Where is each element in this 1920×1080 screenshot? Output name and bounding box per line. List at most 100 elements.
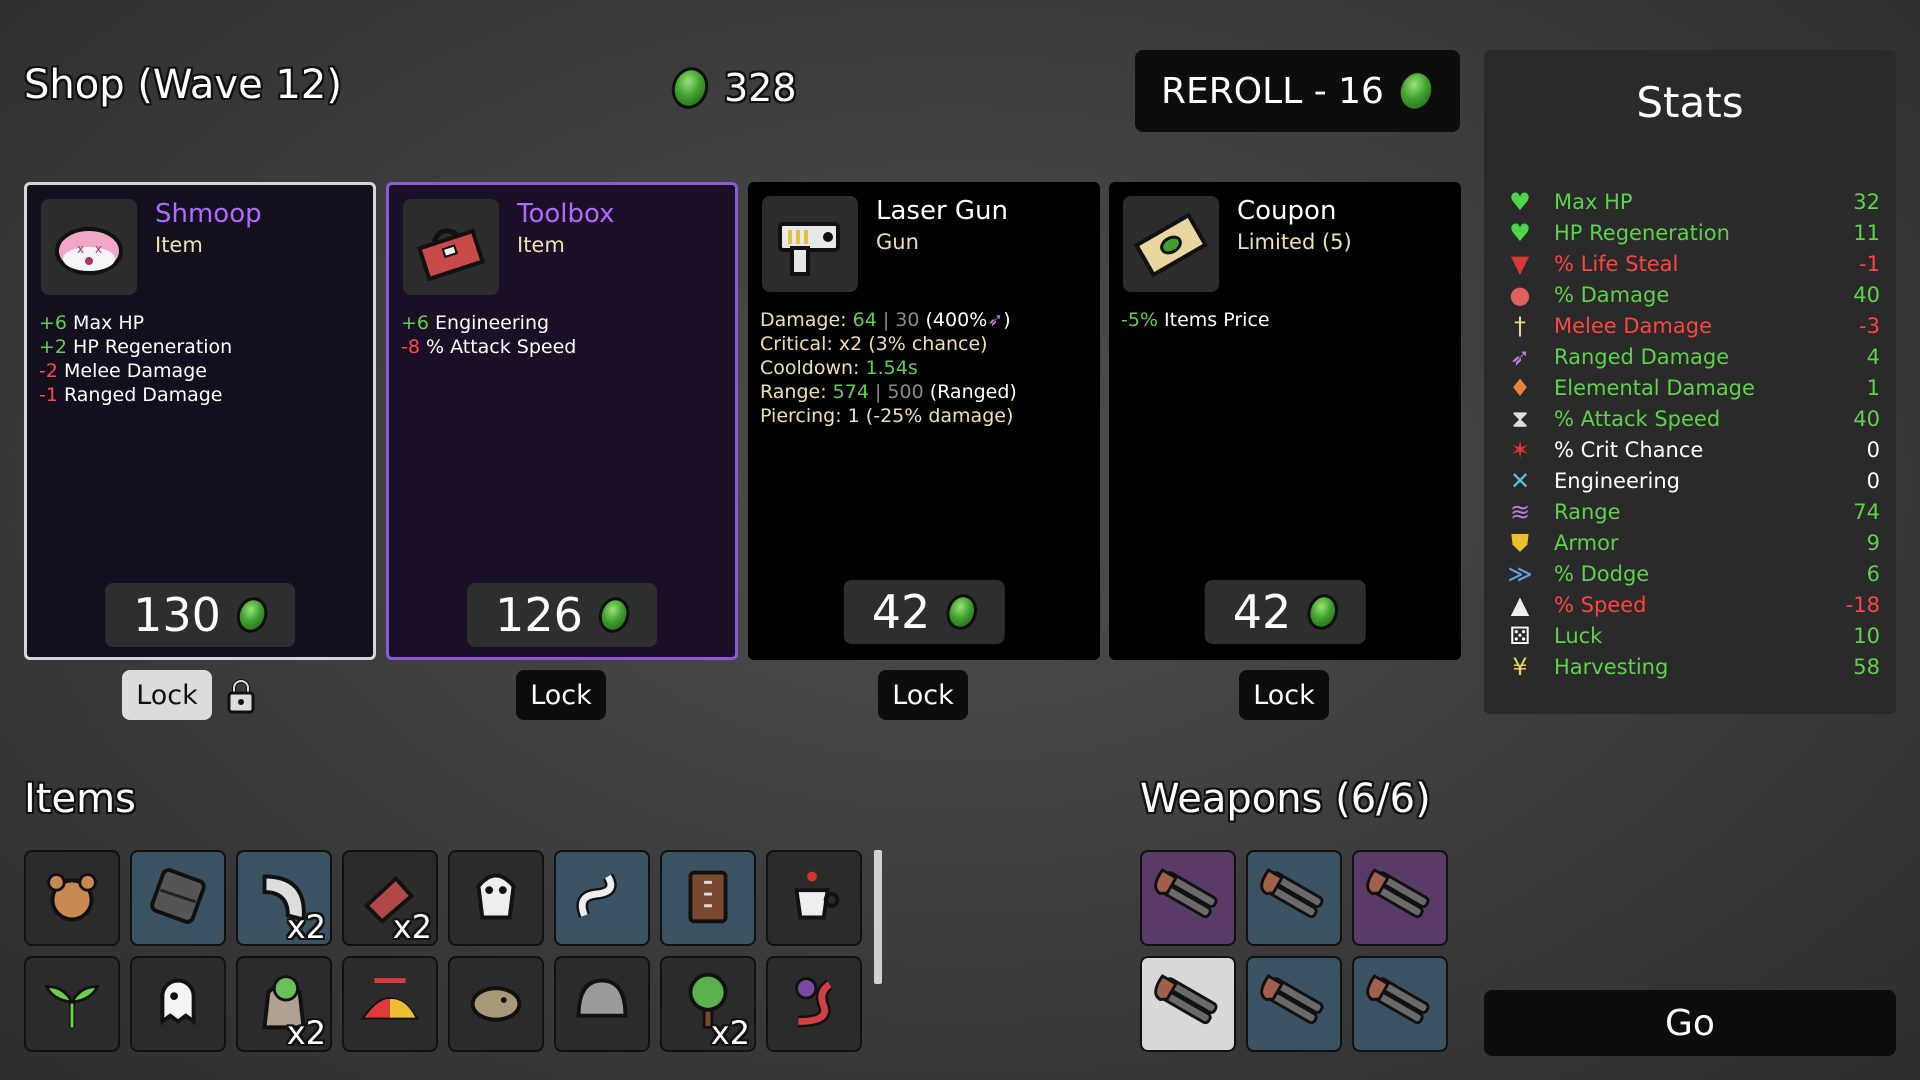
stat-line: -1 Ranged Damage <box>39 384 223 406</box>
material-coin-icon <box>594 593 634 637</box>
buy-price-button[interactable]: 42 <box>1204 580 1366 644</box>
stat-row: ≋ Range 74 <box>1506 496 1880 527</box>
item-quantity: x2 <box>286 1014 326 1052</box>
reroll-button[interactable]: REROLL - 16 <box>1135 50 1460 132</box>
item-slot[interactable] <box>554 956 650 1052</box>
buy-price-button[interactable]: 42 <box>843 580 1005 644</box>
card-name: Laser Gun <box>876 196 1009 226</box>
material-coin-icon <box>941 590 982 634</box>
stat-value: 58 <box>1853 654 1880 679</box>
sprout-icon <box>33 963 111 1045</box>
shop-card-toolbox[interactable]: Toolbox Item +6 Engineering -8 % Attack … <box>386 182 738 660</box>
stat-value: 0 <box>1866 437 1880 462</box>
stat-label: % Attack Speed <box>1554 406 1721 431</box>
material-coin-icon <box>1302 590 1343 634</box>
item-slot[interactable]: x2 <box>342 850 438 946</box>
buy-price-button[interactable]: 130 <box>105 583 295 647</box>
card-name: Coupon <box>1237 196 1337 226</box>
stat-label: Harvesting <box>1554 654 1669 679</box>
item-slot[interactable]: x2 <box>660 956 756 1052</box>
helmet-icon <box>563 963 641 1045</box>
go-button[interactable]: Go <box>1484 990 1896 1056</box>
range-line: Range: 574 | 500 (Ranged) <box>760 381 1017 403</box>
stat-line: -5% Items Price <box>1121 309 1270 331</box>
weapon-slot[interactable] <box>1140 956 1236 1052</box>
lock-button-shmoop[interactable]: Lock <box>122 670 212 720</box>
coffee-icon <box>775 857 853 939</box>
item-slot[interactable]: x2 <box>236 850 332 946</box>
stat-row: ¥ Harvesting 58 <box>1506 651 1880 682</box>
item-slot[interactable] <box>766 956 862 1052</box>
creature-icon <box>457 963 535 1045</box>
sword-icon: † <box>1514 311 1526 340</box>
shop-card-laser-gun[interactable]: Laser Gun Gun Damage: 64 | 30 (400%➶) Cr… <box>748 182 1100 660</box>
svg-text:x: x <box>77 242 84 256</box>
item-slot[interactable] <box>342 956 438 1052</box>
buy-price-button[interactable]: 126 <box>467 583 657 647</box>
shmoop-icon: x x <box>41 199 137 295</box>
double-barrel-shotgun-icon <box>1255 963 1333 1045</box>
weapon-slot[interactable] <box>1352 956 1448 1052</box>
shop-card-shmoop[interactable]: x x Shmoop Item +6 Max HP +2 HP Regenera… <box>24 182 376 660</box>
double-barrel-shotgun-icon <box>1255 857 1333 939</box>
padlock-icon <box>226 678 256 718</box>
lock-button-toolbox[interactable]: Lock <box>516 670 606 720</box>
stat-line: +2 HP Regeneration <box>39 336 233 358</box>
item-slot[interactable] <box>130 850 226 946</box>
weapon-slot[interactable] <box>1246 956 1342 1052</box>
material-coin-icon <box>666 62 714 114</box>
crit-icon: ✶ <box>1509 435 1531 464</box>
card-stats: -5% Items Price <box>1121 308 1270 332</box>
leather-vest-icon <box>669 857 747 939</box>
item-slot[interactable] <box>24 956 120 1052</box>
stat-label: Elemental Damage <box>1554 375 1755 400</box>
stat-value: 10 <box>1853 623 1880 648</box>
ranged-damage-icon: ➶ <box>987 309 1004 331</box>
skull-icon <box>457 857 535 939</box>
lock-button-coupon[interactable]: Lock <box>1239 670 1329 720</box>
weapon-slot[interactable] <box>1140 850 1236 946</box>
stat-label: % Crit Chance <box>1554 437 1704 462</box>
item-slot[interactable] <box>130 956 226 1052</box>
material-coin-icon <box>1392 65 1440 117</box>
stats-panel: Stats ♥ Max HP 32 ♥ HP Regeneration 11 ▼ % Life… <box>1484 50 1896 714</box>
propeller-hat-icon <box>351 963 429 1045</box>
item-quantity: x2 <box>286 908 326 946</box>
weapon-slot[interactable] <box>1352 850 1448 946</box>
item-quantity: x2 <box>392 908 432 946</box>
stat-row: ✕ Engineering 0 <box>1506 465 1880 496</box>
stat-row: ♥ HP Regeneration 11 <box>1506 217 1880 248</box>
stat-line: -2 Melee Damage <box>39 360 207 382</box>
items-title: Items <box>24 776 136 822</box>
item-slot[interactable] <box>766 850 862 946</box>
item-slot[interactable] <box>660 850 756 946</box>
teddy-bear-icon <box>33 857 111 939</box>
stat-label: Engineering <box>1554 468 1680 493</box>
dodge-icon: ≫ <box>1507 559 1533 588</box>
stat-value: 6 <box>1866 561 1880 586</box>
price-value: 130 <box>133 588 221 642</box>
stat-row: ● % Damage 40 <box>1506 279 1880 310</box>
item-slot[interactable]: x2 <box>236 956 332 1052</box>
item-quantity: x2 <box>710 1014 750 1052</box>
stat-value: 11 <box>1853 220 1880 245</box>
shield-icon: ⛊ <box>1511 528 1529 557</box>
lock-button-laser-gun[interactable]: Lock <box>878 670 968 720</box>
shop-title: Shop (Wave 12) <box>24 62 342 108</box>
gold-display: 328 <box>666 62 797 114</box>
worm-icon <box>563 857 641 939</box>
stat-row: ♦ Elemental Damage 1 <box>1506 372 1880 403</box>
stats-title: Stats <box>1636 78 1744 127</box>
stat-label: Ranged Damage <box>1554 344 1730 369</box>
range-icon: ≋ <box>1509 497 1531 526</box>
weapon-stats: Damage: 64 | 30 (400%➶) Critical: x2 (3%… <box>760 308 1017 428</box>
shop-card-coupon[interactable]: Coupon Limited (5) -5% Items Price 42 <box>1109 182 1461 660</box>
item-slot[interactable] <box>448 850 544 946</box>
items-scrollbar[interactable] <box>874 850 882 984</box>
item-slot[interactable] <box>554 850 650 946</box>
item-slot[interactable] <box>448 956 544 1052</box>
item-slot[interactable] <box>24 850 120 946</box>
weapon-slot[interactable] <box>1246 850 1342 946</box>
stat-value: 9 <box>1866 530 1880 555</box>
ghost-icon <box>139 963 217 1045</box>
